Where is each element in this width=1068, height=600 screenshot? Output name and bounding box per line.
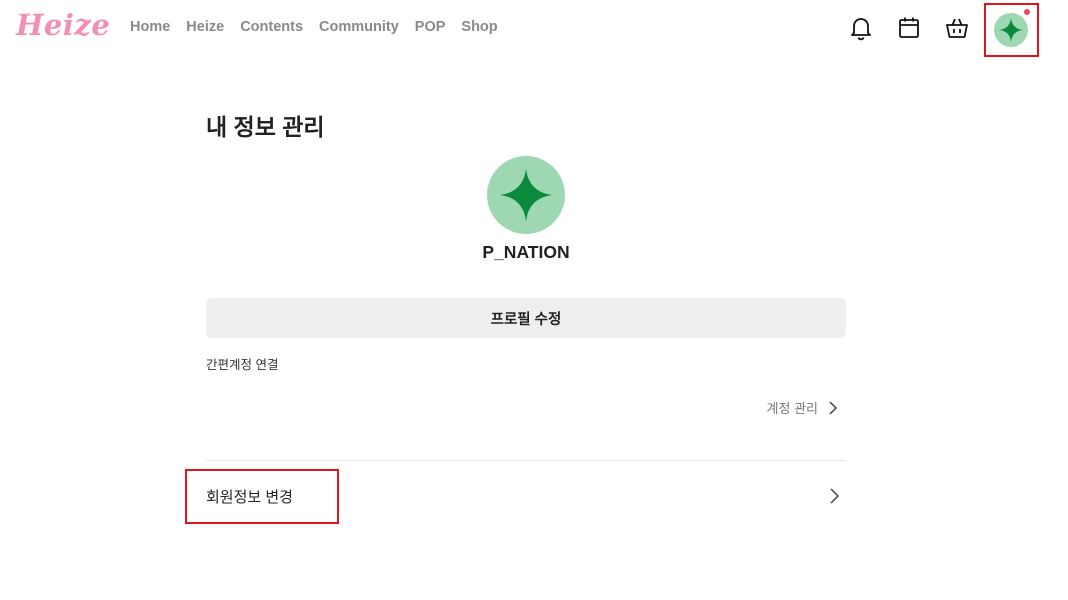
nav-community[interactable]: Community <box>319 19 399 35</box>
account-manage-label: 계정 관리 <box>766 401 818 416</box>
nav-shop[interactable]: Shop <box>461 19 497 35</box>
shopping-bag-icon[interactable] <box>943 14 971 42</box>
profile-avatar-button[interactable] <box>994 13 1028 47</box>
nav-home[interactable]: Home <box>130 19 170 35</box>
page-title: 내 정보 관리 <box>206 114 325 140</box>
account-manage-link[interactable]: 계정 관리 <box>767 398 840 417</box>
calendar-icon[interactable] <box>895 14 923 42</box>
star-icon <box>499 168 553 222</box>
chevron-right-icon <box>829 400 838 415</box>
chevron-right-icon <box>830 488 840 504</box>
logo[interactable]: Heize <box>16 8 110 42</box>
nav-heize[interactable]: Heize <box>186 19 224 35</box>
main-nav: Home Heize Contents Community POP Shop <box>130 19 498 35</box>
star-icon <box>999 18 1023 42</box>
header: Heize Home Heize Contents Community POP … <box>0 0 1068 58</box>
sns-connect-label: 간편계정 연결 <box>206 358 279 372</box>
bell-icon[interactable] <box>847 14 875 42</box>
member-info-highlight <box>185 469 339 524</box>
nav-contents[interactable]: Contents <box>240 19 303 35</box>
notification-dot <box>1024 9 1030 15</box>
profile-name: P_NATION <box>482 242 570 262</box>
divider <box>206 460 846 461</box>
profile-menu-highlight <box>984 3 1039 57</box>
edit-profile-button[interactable]: 프로필 수정 <box>206 298 846 338</box>
profile-avatar <box>487 156 565 234</box>
nav-pop[interactable]: POP <box>415 19 446 35</box>
